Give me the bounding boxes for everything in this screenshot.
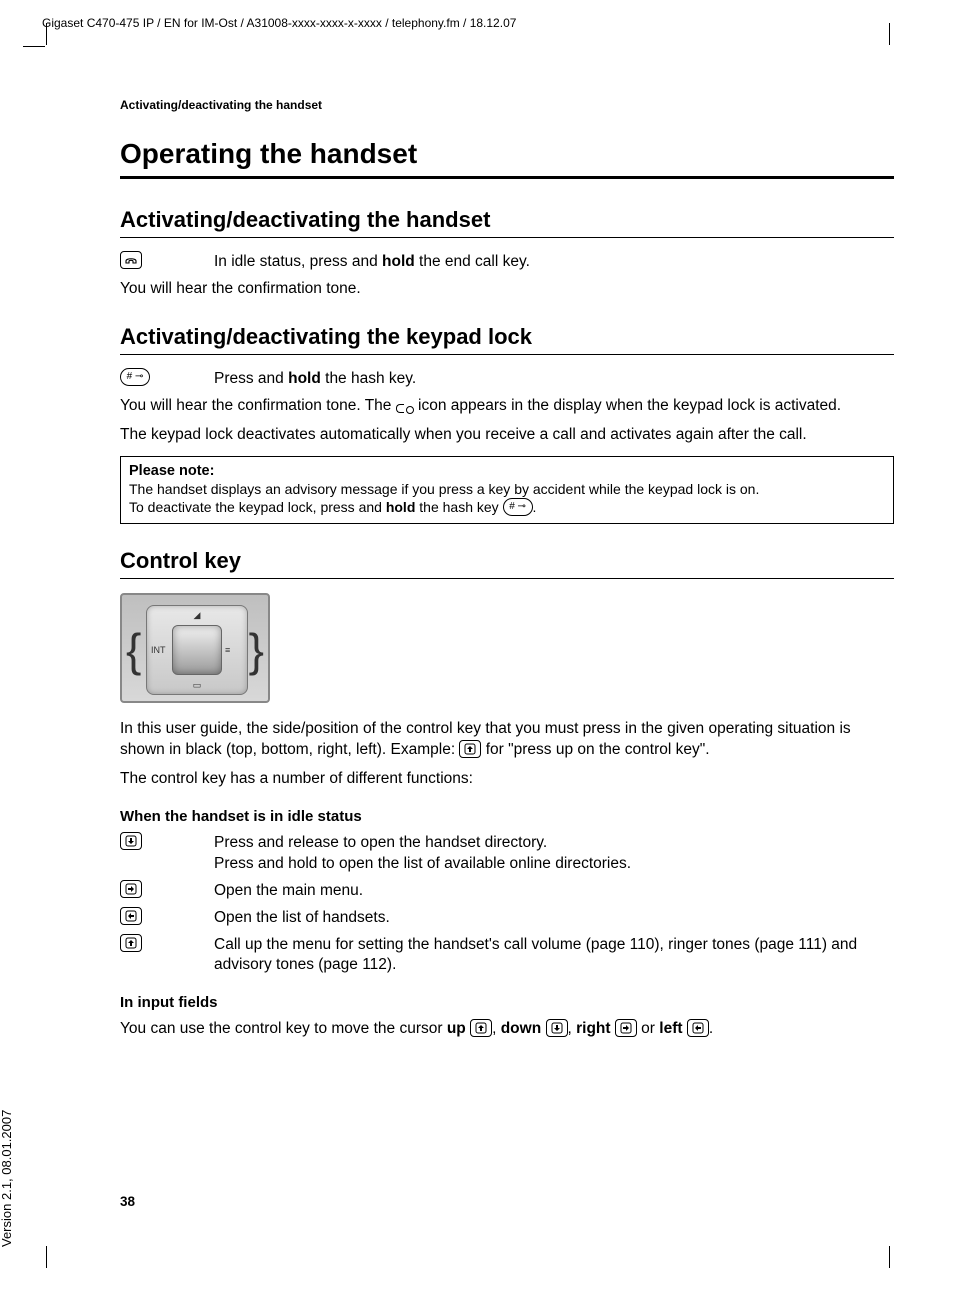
int-label: INT: [151, 645, 166, 655]
body-text: You can use the control key to move the …: [120, 1019, 894, 1040]
nav-up-icon: [470, 1019, 492, 1037]
instruction-text: Open the main menu.: [214, 881, 894, 902]
instruction-text: Press and hold the hash key.: [214, 369, 894, 390]
instruction-text: Call up the menu for setting the handset…: [214, 935, 894, 977]
nav-right-icon: [120, 881, 200, 902]
instruction-row: Call up the menu for setting the handset…: [120, 935, 894, 977]
hash-key-icon: # ⊸: [120, 369, 200, 390]
body-text: The control key has a number of differen…: [120, 769, 894, 790]
hash-key-icon: # ⊸: [503, 498, 533, 516]
volume-icon: ◢: [158, 610, 236, 621]
subsection-input-fields: In input fields: [120, 994, 894, 1011]
page-title: Operating the handset: [120, 138, 894, 179]
version-label: Version 2.1, 08.01.2007: [0, 1110, 14, 1247]
note-box: Please note: The handset displays an adv…: [120, 456, 894, 524]
nav-right-icon: [615, 1019, 637, 1037]
section-title-keypad-lock: Activating/deactivating the keypad lock: [120, 324, 894, 355]
nav-up-icon: [459, 740, 481, 758]
instruction-text: In idle status, press and hold the end c…: [214, 252, 894, 273]
running-head: Activating/deactivating the handset: [120, 98, 894, 112]
section-title-activating-handset: Activating/deactivating the handset: [120, 207, 894, 238]
section-title-control-key: Control key: [120, 548, 894, 579]
subsection-idle-status: When the handset is in idle status: [120, 808, 894, 825]
directory-icon: ▭: [158, 680, 236, 691]
control-key-image: { } ◢ INT ≡ ▭: [120, 593, 270, 703]
nav-down-icon: [546, 1019, 568, 1037]
note-body: The handset displays an advisory message…: [129, 480, 885, 517]
instruction-row: Open the list of handsets.: [120, 908, 894, 929]
nav-left-icon: [120, 908, 200, 929]
menu-icon: ≡: [225, 645, 230, 655]
instruction-row: Press and release to open the handset di…: [120, 833, 894, 875]
page-number: 38: [120, 1194, 135, 1209]
instruction-text: Press and release to open the handset di…: [214, 833, 894, 875]
note-title: Please note:: [129, 463, 885, 479]
body-text: In this user guide, the side/position of…: [120, 719, 894, 761]
end-call-key-icon: [120, 252, 200, 273]
nav-down-icon: [120, 833, 200, 875]
instruction-row: Open the main menu.: [120, 881, 894, 902]
nav-up-icon: [120, 935, 200, 977]
body-text: You will hear the confirmation tone. The…: [120, 396, 894, 417]
body-text: The keypad lock deactivates automaticall…: [120, 425, 894, 446]
lock-icon: [396, 401, 414, 411]
instruction-text: Open the list of handsets.: [214, 908, 894, 929]
nav-left-icon: [687, 1019, 709, 1037]
body-text: You will hear the confirmation tone.: [120, 279, 894, 300]
